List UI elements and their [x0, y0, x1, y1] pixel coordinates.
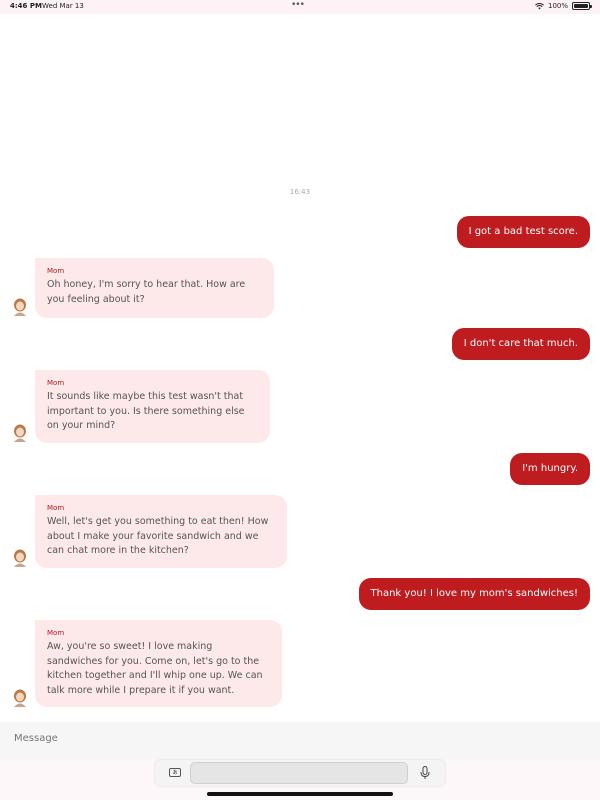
sender-name: Mom — [47, 504, 65, 512]
status-bar: 4:46 PM Wed Mar 13 ••• 100% — [0, 0, 600, 14]
outgoing-message: I'm hungry. — [510, 453, 590, 485]
keyboard-suggestion-field[interactable] — [190, 762, 408, 784]
mom-avatar-icon — [14, 298, 26, 316]
message-composer — [0, 722, 600, 760]
message-text: Oh honey, I'm sorry to hear that. How ar… — [47, 279, 246, 305]
battery-icon — [572, 2, 592, 10]
keyboard-toolbar: あ — [155, 760, 445, 786]
message-text: I don't care that much. — [463, 338, 578, 349]
mom-avatar-icon — [14, 689, 26, 707]
message-text: Well, let's get you something to eat the… — [47, 516, 269, 556]
message-text: It sounds like maybe this test wasn't th… — [47, 391, 245, 431]
incoming-message: Mom Well, let's get you something to eat… — [35, 495, 287, 568]
sender-name: Mom — [47, 379, 65, 387]
message-text: I'm hungry. — [522, 463, 578, 474]
status-date: Wed Mar 13 — [42, 2, 84, 10]
multitasking-dots-icon[interactable]: ••• — [291, 0, 305, 10]
mom-avatar-icon — [14, 424, 26, 442]
incoming-message: Mom Oh honey, I'm sorry to hear that. Ho… — [35, 258, 274, 318]
incoming-message: Mom It sounds like maybe this test wasn'… — [35, 370, 270, 443]
outgoing-message: I don't care that much. — [451, 328, 590, 360]
sender-name: Mom — [47, 267, 65, 275]
battery-percent: 100% — [547, 2, 568, 10]
wifi-icon — [535, 2, 544, 9]
outgoing-message: I got a bad test score. — [456, 216, 590, 248]
message-input[interactable] — [14, 733, 574, 744]
status-right: 100% — [535, 2, 592, 10]
keyboard-language-icon[interactable]: あ — [169, 768, 181, 777]
mom-avatar-icon — [14, 549, 26, 567]
message-text: I got a bad test score. — [468, 226, 578, 237]
status-time: 4:46 PM — [10, 2, 42, 10]
microphone-icon[interactable] — [420, 766, 430, 780]
incoming-message: Mom Aw, you're so sweet! I love making s… — [35, 620, 282, 707]
message-text: Thank you! I love my mom's sandwiches! — [370, 588, 578, 599]
message-text: Aw, you're so sweet! I love making sandw… — [47, 641, 263, 696]
chat-timestamp: 16:43 — [289, 188, 311, 196]
home-indicator[interactable] — [207, 792, 393, 796]
outgoing-message: Thank you! I love my mom's sandwiches! — [358, 578, 590, 610]
sender-name: Mom — [47, 629, 65, 637]
